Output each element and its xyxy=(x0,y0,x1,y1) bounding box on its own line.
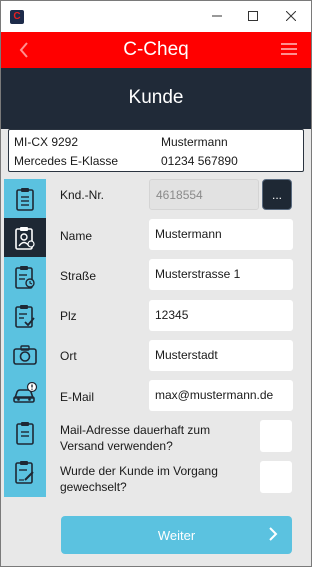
next-button[interactable]: Weiter xyxy=(61,516,292,554)
customer-lookup-button[interactable]: ... xyxy=(262,179,292,210)
license-plate: MI-CX 9292 xyxy=(14,135,79,149)
city-label: Ort xyxy=(60,349,77,363)
customer-no-label: Knd.-Nr. xyxy=(60,188,105,202)
email-label: E-Mail xyxy=(60,390,95,404)
app-title: C-Cheq xyxy=(123,39,189,60)
sidebar-item-check[interactable] xyxy=(4,296,46,335)
email-field[interactable]: max@mustermann.de xyxy=(149,380,293,411)
clipboard-person-icon xyxy=(15,226,35,250)
maximize-icon[interactable] xyxy=(240,5,266,27)
customer-no-field: 4618554 xyxy=(149,179,259,210)
sidebar-item-list[interactable] xyxy=(4,413,46,452)
app-icon xyxy=(10,10,24,24)
customer-changed-checkbox[interactable] xyxy=(260,461,292,493)
camera-icon xyxy=(13,344,37,365)
street-label: Straße xyxy=(60,269,97,283)
clipboard-icon xyxy=(16,187,34,211)
city-field[interactable]: Musterstadt xyxy=(149,340,293,371)
clipboard-list-icon xyxy=(16,421,34,445)
hamburger-menu-icon[interactable] xyxy=(281,43,297,56)
name-label: Name xyxy=(60,229,93,243)
clipboard-check-icon xyxy=(15,304,35,328)
car-alert-icon xyxy=(13,381,38,403)
clipboard-clock-icon xyxy=(15,265,35,289)
next-button-label: Weiter xyxy=(157,528,196,543)
close-icon[interactable] xyxy=(278,5,304,27)
zip-field[interactable]: 12345 xyxy=(149,300,293,331)
app-header: C-Cheq xyxy=(1,32,311,68)
page-header: Kunde xyxy=(1,68,311,129)
page-title: Kunde xyxy=(128,87,184,108)
street-field[interactable]: Musterstrasse 1 xyxy=(149,259,293,290)
use-mail-permanently-checkbox[interactable] xyxy=(260,420,292,452)
use-mail-permanently-label: Mail-Adresse dauerhaft zum Versand verwe… xyxy=(60,423,211,453)
window-titlebar xyxy=(1,1,311,32)
customer-phone: 01234 567890 xyxy=(161,154,238,168)
sidebar-item-overview[interactable] xyxy=(4,179,46,218)
zip-label: Plz xyxy=(60,309,77,323)
customer-name: Mustermann xyxy=(161,135,228,149)
name-field[interactable]: Mustermann xyxy=(149,219,293,250)
sidebar-item-schedule[interactable] xyxy=(4,257,46,296)
sidebar-item-damage[interactable] xyxy=(4,374,46,413)
sidebar-item-customer[interactable] xyxy=(4,218,46,257)
vehicle-info-card: MI-CX 9292 Mustermann Mercedes E-Klasse … xyxy=(8,129,304,172)
chevron-right-icon xyxy=(269,527,278,541)
clipboard-edit-icon xyxy=(15,460,34,484)
app-window: C-Cheq Kunde MI-CX 9292 Mustermann Merce… xyxy=(0,0,312,567)
sidebar-item-sign[interactable] xyxy=(4,452,46,491)
customer-changed-label: Wurde der Kunde im Vorgang gewechselt? xyxy=(60,464,218,494)
sidebar-item-photos[interactable] xyxy=(4,335,46,374)
sidebar-nav xyxy=(4,179,46,497)
minimize-icon[interactable] xyxy=(204,5,230,27)
vehicle-model: Mercedes E-Klasse xyxy=(14,154,119,168)
